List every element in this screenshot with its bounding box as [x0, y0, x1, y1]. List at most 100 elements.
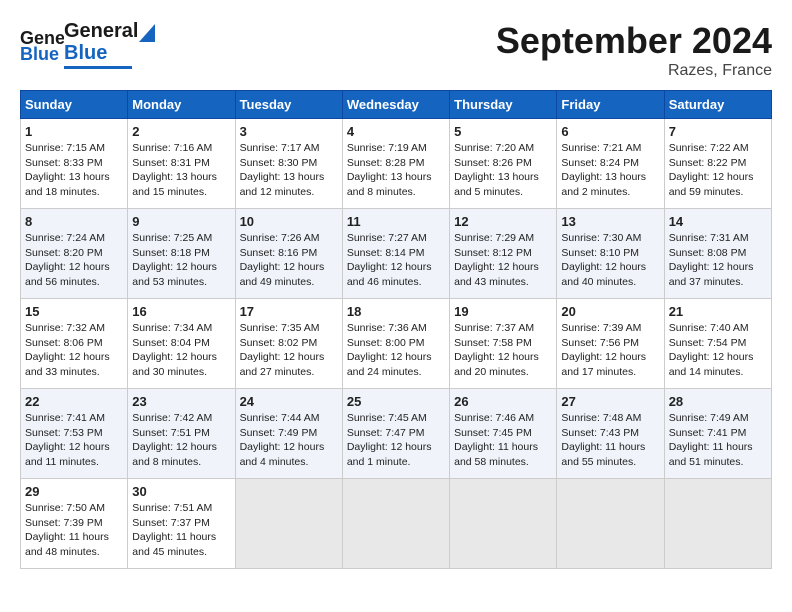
day-info: Sunrise: 7:41 AMSunset: 7:53 PMDaylight:…: [25, 412, 110, 468]
day-number: 22: [25, 394, 123, 409]
month-title: September 2024: [496, 20, 772, 62]
day-number: 9: [132, 214, 230, 229]
day-number: 21: [669, 304, 767, 319]
logo-general: General: [64, 21, 138, 41]
calendar-cell: 15 Sunrise: 7:32 AMSunset: 8:06 PMDayligh…: [21, 299, 128, 389]
day-number: 28: [669, 394, 767, 409]
col-sunday: Sunday: [21, 91, 128, 119]
day-info: Sunrise: 7:42 AMSunset: 7:51 PMDaylight:…: [132, 412, 217, 468]
day-number: 12: [454, 214, 552, 229]
calendar-cell: 13Sunrise: 7:30 AMSunset: 8:10 PMDayligh…: [557, 209, 664, 299]
calendar-cell: [664, 479, 771, 569]
calendar-cell: 25 Sunrise: 7:45 AMSunset: 7:47 PMDayligh…: [342, 389, 449, 479]
calendar-cell: 18 Sunrise: 7:36 AMSunset: 8:00 PMDayligh…: [342, 299, 449, 389]
calendar-cell: 28Sunrise: 7:49 AMSunset: 7:41 PMDayligh…: [664, 389, 771, 479]
day-number: 5: [454, 124, 552, 139]
day-number: 29: [25, 484, 123, 499]
day-number: 17: [240, 304, 338, 319]
day-info: Sunrise: 7:46 AMSunset: 7:45 PMDaylight:…: [454, 412, 538, 468]
day-info: Sunrise: 7:44 AMSunset: 7:49 PMDaylight:…: [240, 412, 325, 468]
day-info: Sunrise: 7:45 AMSunset: 7:47 PMDaylight:…: [347, 412, 432, 468]
day-info: Sunrise: 7:32 AMSunset: 8:06 PMDaylight:…: [25, 322, 110, 378]
logo-underline: [64, 66, 132, 69]
day-number: 16: [132, 304, 230, 319]
day-info: Sunrise: 7:19 AMSunset: 8:28 PMDaylight:…: [347, 142, 432, 198]
calendar-cell: 1Sunrise: 7:15 AMSunset: 8:33 PMDaylight…: [21, 119, 128, 209]
calendar-cell: 12 Sunrise: 7:29 AMSunset: 8:12 PMDayligh…: [450, 209, 557, 299]
day-info: Sunrise: 7:39 AMSunset: 7:56 PMDaylight:…: [561, 322, 646, 378]
calendar-cell: 26 Sunrise: 7:46 AMSunset: 7:45 PMDayligh…: [450, 389, 557, 479]
calendar-cell: 4 Sunrise: 7:19 AMSunset: 8:28 PMDaylight…: [342, 119, 449, 209]
day-number: 11: [347, 214, 445, 229]
calendar-week-4: 22 Sunrise: 7:41 AMSunset: 7:53 PMDayligh…: [21, 389, 772, 479]
day-number: 14: [669, 214, 767, 229]
calendar-cell: 5 Sunrise: 7:20 AMSunset: 8:26 PMDaylight…: [450, 119, 557, 209]
day-number: 15: [25, 304, 123, 319]
day-info: Sunrise: 7:25 AMSunset: 8:18 PMDaylight:…: [132, 232, 217, 288]
calendar-cell: 3 Sunrise: 7:17 AMSunset: 8:30 PMDaylight…: [235, 119, 342, 209]
svg-text:Blue: Blue: [20, 44, 59, 64]
day-info: Sunrise: 7:17 AMSunset: 8:30 PMDaylight:…: [240, 142, 325, 198]
day-info: Sunrise: 7:36 AMSunset: 8:00 PMDaylight:…: [347, 322, 432, 378]
calendar-cell: 16 Sunrise: 7:34 AMSunset: 8:04 PMDayligh…: [128, 299, 235, 389]
calendar-week-2: 8 Sunrise: 7:24 AMSunset: 8:20 PMDaylight…: [21, 209, 772, 299]
calendar-cell: 27 Sunrise: 7:48 AMSunset: 7:43 PMDayligh…: [557, 389, 664, 479]
day-info: Sunrise: 7:50 AMSunset: 7:39 PMDaylight:…: [25, 502, 109, 558]
logo-triangle-icon: [139, 20, 155, 42]
col-wednesday: Wednesday: [342, 91, 449, 119]
location: Razes, France: [496, 62, 772, 80]
title-block: September 2024 Razes, France: [496, 20, 772, 80]
day-number: 6: [561, 124, 659, 139]
col-friday: Friday: [557, 91, 664, 119]
calendar-cell: 2Sunrise: 7:16 AMSunset: 8:31 PMDaylight…: [128, 119, 235, 209]
calendar-cell: 21Sunrise: 7:40 AMSunset: 7:54 PMDayligh…: [664, 299, 771, 389]
calendar-week-1: 1Sunrise: 7:15 AMSunset: 8:33 PMDaylight…: [21, 119, 772, 209]
logo-blue: Blue: [64, 42, 107, 65]
calendar-cell: 29 Sunrise: 7:50 AMSunset: 7:39 PMDayligh…: [21, 479, 128, 569]
calendar-cell: 23 Sunrise: 7:42 AMSunset: 7:51 PMDayligh…: [128, 389, 235, 479]
day-number: 19: [454, 304, 552, 319]
day-info: Sunrise: 7:29 AMSunset: 8:12 PMDaylight:…: [454, 232, 539, 288]
calendar-cell: 24 Sunrise: 7:44 AMSunset: 7:49 PMDayligh…: [235, 389, 342, 479]
day-info: Sunrise: 7:48 AMSunset: 7:43 PMDaylight:…: [561, 412, 645, 468]
day-number: 27: [561, 394, 659, 409]
day-info: Sunrise: 7:35 AMSunset: 8:02 PMDaylight:…: [240, 322, 325, 378]
calendar-cell: 19 Sunrise: 7:37 AMSunset: 7:58 PMDayligh…: [450, 299, 557, 389]
col-tuesday: Tuesday: [235, 91, 342, 119]
day-number: 26: [454, 394, 552, 409]
day-number: 18: [347, 304, 445, 319]
day-number: 13: [561, 214, 659, 229]
calendar-week-3: 15 Sunrise: 7:32 AMSunset: 8:06 PMDayligh…: [21, 299, 772, 389]
day-number: 7: [669, 124, 767, 139]
calendar-week-5: 29 Sunrise: 7:50 AMSunset: 7:39 PMDayligh…: [21, 479, 772, 569]
calendar-cell: 22 Sunrise: 7:41 AMSunset: 7:53 PMDayligh…: [21, 389, 128, 479]
calendar-cell: 9 Sunrise: 7:25 AMSunset: 8:18 PMDaylight…: [128, 209, 235, 299]
calendar-cell: 8 Sunrise: 7:24 AMSunset: 8:20 PMDaylight…: [21, 209, 128, 299]
day-info: Sunrise: 7:20 AMSunset: 8:26 PMDaylight:…: [454, 142, 539, 198]
day-info: Sunrise: 7:37 AMSunset: 7:58 PMDaylight:…: [454, 322, 539, 378]
calendar-table: Sunday Monday Tuesday Wednesday Thursday…: [20, 90, 772, 569]
calendar-cell: 17 Sunrise: 7:35 AMSunset: 8:02 PMDayligh…: [235, 299, 342, 389]
day-info: Sunrise: 7:34 AMSunset: 8:04 PMDaylight:…: [132, 322, 217, 378]
calendar-cell: 7Sunrise: 7:22 AMSunset: 8:22 PMDaylight…: [664, 119, 771, 209]
calendar-cell: 10 Sunrise: 7:26 AMSunset: 8:16 PMDayligh…: [235, 209, 342, 299]
page-header: General Blue General Blue September 2024…: [20, 20, 772, 80]
day-info: Sunrise: 7:24 AMSunset: 8:20 PMDaylight:…: [25, 232, 110, 288]
day-number: 1: [25, 124, 123, 139]
day-number: 25: [347, 394, 445, 409]
day-number: 24: [240, 394, 338, 409]
col-saturday: Saturday: [664, 91, 771, 119]
day-number: 4: [347, 124, 445, 139]
day-info: Sunrise: 7:31 AMSunset: 8:08 PMDaylight:…: [669, 232, 754, 288]
day-number: 23: [132, 394, 230, 409]
logo: General Blue General Blue: [20, 20, 155, 69]
day-number: 10: [240, 214, 338, 229]
day-info: Sunrise: 7:21 AMSunset: 8:24 PMDaylight:…: [561, 142, 646, 198]
calendar-cell: 30Sunrise: 7:51 AMSunset: 7:37 PMDayligh…: [128, 479, 235, 569]
day-info: Sunrise: 7:26 AMSunset: 8:16 PMDaylight:…: [240, 232, 325, 288]
day-number: 8: [25, 214, 123, 229]
day-number: 20: [561, 304, 659, 319]
day-number: 3: [240, 124, 338, 139]
day-info: Sunrise: 7:27 AMSunset: 8:14 PMDaylight:…: [347, 232, 432, 288]
calendar-cell: 11 Sunrise: 7:27 AMSunset: 8:14 PMDayligh…: [342, 209, 449, 299]
